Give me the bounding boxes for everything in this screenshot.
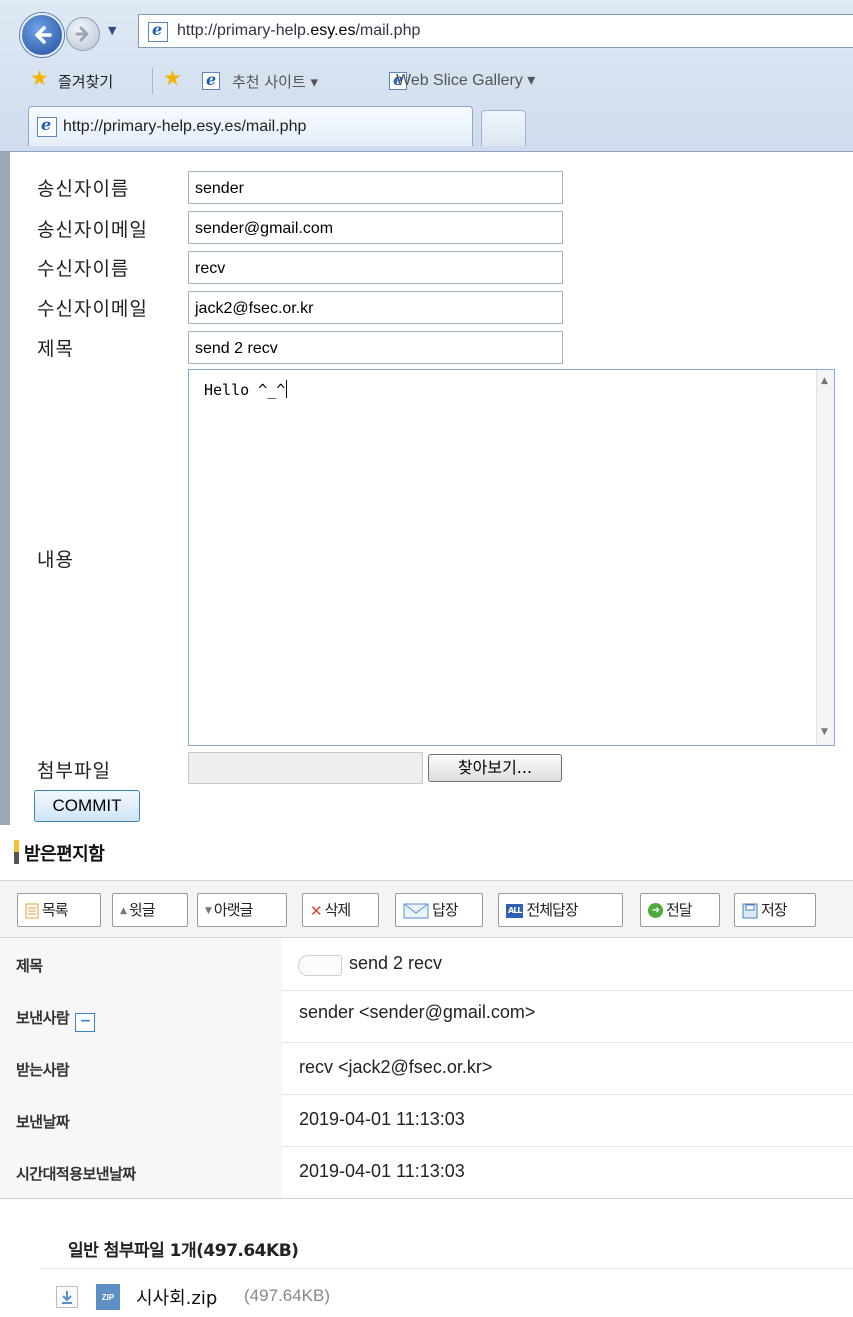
sender-name-input[interactable]: sender: [188, 171, 563, 204]
forward-mail-button[interactable]: ➜ 전달: [640, 893, 720, 927]
attachment-file-link[interactable]: 시사회.zip: [136, 1284, 217, 1310]
attachment-section-title: 일반 첨부파일 1개(497.64KB): [68, 1241, 299, 1261]
favorites-button[interactable]: 즐겨찾기: [58, 71, 113, 92]
browser-tab[interactable]: http://primary-help.esy.es/mail.php: [28, 106, 473, 146]
commit-button[interactable]: COMMIT: [34, 790, 140, 822]
reply-all-button[interactable]: ALL 전체답장: [498, 893, 623, 927]
list-button-label: 목록: [42, 901, 69, 919]
reply-all-button-label: 전체답장: [526, 901, 578, 919]
subject-label: 제목: [37, 338, 74, 360]
scroll-up-icon[interactable]: ▲: [821, 376, 828, 386]
sender-email-label: 송신자이메일: [37, 219, 148, 241]
reply-all-icon: ALL: [506, 903, 524, 918]
recv-email-input[interactable]: jack2@fsec.or.kr: [188, 291, 563, 324]
subject-header-value: send 2 recv: [349, 953, 443, 973]
zip-file-icon: ZIP: [96, 1284, 120, 1310]
delete-button[interactable]: ✕ 삭제: [302, 893, 379, 927]
sent-date-header-label: 보낸날짜: [0, 1094, 282, 1146]
mail-toolbar: 목록 ▲ 윗글 ▼ 아랫글 ✕ 삭제 답장 ALL 전체답장 ➜ 전달 저장: [0, 880, 853, 938]
from-header-label: 보낸사람 −: [0, 990, 282, 1042]
forward-icon: ➜: [648, 903, 663, 918]
ie-page-icon: [202, 70, 220, 90]
attachment-divider: [40, 1268, 853, 1269]
caret-down-icon: ▼: [205, 905, 212, 916]
header-row-sent-date: 보낸날짜 2019-04-01 11:13:03: [0, 1094, 853, 1147]
suggested-sites-link[interactable]: 추천 사이트 ▾: [232, 71, 318, 92]
sent-date-header-value: 2019-04-01 11:13:03: [299, 1109, 465, 1129]
from-header-value: sender <sender@gmail.com>: [299, 1002, 536, 1022]
header-row-from: 보낸사람 − sender <sender@gmail.com>: [0, 990, 853, 1043]
recv-email-label: 수신자이메일: [37, 298, 148, 320]
download-icon[interactable]: [56, 1286, 78, 1308]
save-icon: [742, 903, 758, 918]
tab-title: http://primary-help.esy.es/mail.php: [63, 118, 307, 135]
save-button-label: 저장: [761, 901, 788, 919]
history-dropdown-icon[interactable]: ▼: [108, 24, 116, 37]
list-icon: [25, 903, 39, 918]
header-row-subject: 제목 send 2 recv: [0, 938, 853, 991]
sender-email-input[interactable]: sender@gmail.com: [188, 211, 563, 244]
collapse-icon[interactable]: −: [75, 1013, 96, 1032]
to-header-label: 받는사람: [0, 1042, 282, 1094]
new-tab-button[interactable]: [481, 110, 526, 146]
tag-icon[interactable]: [298, 955, 342, 976]
arrow-left-icon: [35, 26, 52, 44]
next-button[interactable]: ▼ 아랫글: [197, 893, 287, 927]
content-label: 내용: [37, 549, 74, 571]
reply-button[interactable]: 답장: [395, 893, 483, 927]
back-button[interactable]: [20, 13, 64, 57]
window-left-edge: [0, 152, 10, 825]
url-suffix: /mail.php: [355, 22, 421, 39]
ie-page-icon: [37, 115, 57, 137]
tz-sent-date-header-value: 2019-04-01 11:13:03: [299, 1161, 465, 1181]
recv-name-input[interactable]: recv: [188, 251, 563, 284]
address-bar[interactable]: http://primary-help.esy.es/mail.php: [138, 14, 853, 48]
url-domain: esy.es: [310, 22, 356, 39]
attachment-file-size: (497.64KB): [244, 1286, 330, 1305]
favorites-star-icon[interactable]: ★: [30, 66, 49, 90]
next-button-label: 아랫글: [213, 901, 253, 919]
inbox-marker-icon: [14, 840, 19, 864]
prev-button-label: 윗글: [128, 901, 156, 919]
forward-button-label: 전달: [666, 901, 693, 919]
reply-button-label: 답장: [432, 901, 459, 919]
attachment-path-field[interactable]: [188, 752, 423, 784]
subject-input[interactable]: send 2 recv: [188, 331, 563, 364]
ie-page-icon: [148, 20, 168, 42]
recv-name-label: 수신자이름: [37, 258, 130, 280]
save-button[interactable]: 저장: [734, 893, 816, 927]
attachment-label: 첨부파일: [37, 760, 111, 782]
to-header-value: recv <jack2@fsec.or.kr>: [299, 1057, 493, 1077]
content-textarea[interactable]: Hello ^_^ ▲ ▼: [188, 369, 835, 746]
from-label-text: 보낸사람: [16, 1009, 70, 1027]
forward-button[interactable]: [66, 17, 100, 51]
prev-button[interactable]: ▲ 윗글: [112, 893, 188, 927]
textarea-scrollbar[interactable]: ▲ ▼: [816, 370, 834, 745]
download-arrow-icon: [62, 1291, 72, 1304]
tz-sent-date-header-label: 시간대적용보낸날짜: [0, 1146, 282, 1198]
header-row-to: 받는사람 recv <jack2@fsec.or.kr>: [0, 1042, 853, 1095]
inbox-title: 받은편지함: [24, 844, 105, 865]
envelope-icon: [403, 903, 429, 918]
list-button[interactable]: 목록: [17, 893, 101, 927]
add-favorite-icon[interactable]: ★: [163, 66, 182, 90]
web-slice-gallery-link[interactable]: Web Slice Gallery ▾: [396, 70, 535, 90]
caret-up-icon: ▲: [120, 905, 127, 916]
delete-button-label: 삭제: [324, 901, 352, 919]
subject-header-label: 제목: [0, 938, 282, 990]
url-prefix: http://primary-help.: [177, 22, 311, 39]
address-bar-url: http://primary-help.esy.es/mail.php: [177, 22, 420, 40]
favorites-bar: ★ 즐겨찾기 ★ 추천 사이트 ▾ Web Slice Gallery ▾: [0, 60, 853, 100]
content-text: Hello ^_^: [204, 381, 286, 399]
delete-x-icon: ✕: [310, 901, 323, 920]
scroll-down-icon[interactable]: ▼: [821, 727, 828, 737]
header-row-tz-sent-date: 시간대적용보낸날짜 2019-04-01 11:13:03: [0, 1146, 853, 1199]
browse-button[interactable]: 찾아보기...: [428, 754, 562, 782]
favorites-divider: [152, 68, 153, 94]
browser-chrome: ▼ http://primary-help.esy.es/mail.php ★ …: [0, 0, 853, 152]
sender-name-label: 송신자이름: [37, 178, 130, 200]
arrow-right-icon: [75, 26, 89, 42]
